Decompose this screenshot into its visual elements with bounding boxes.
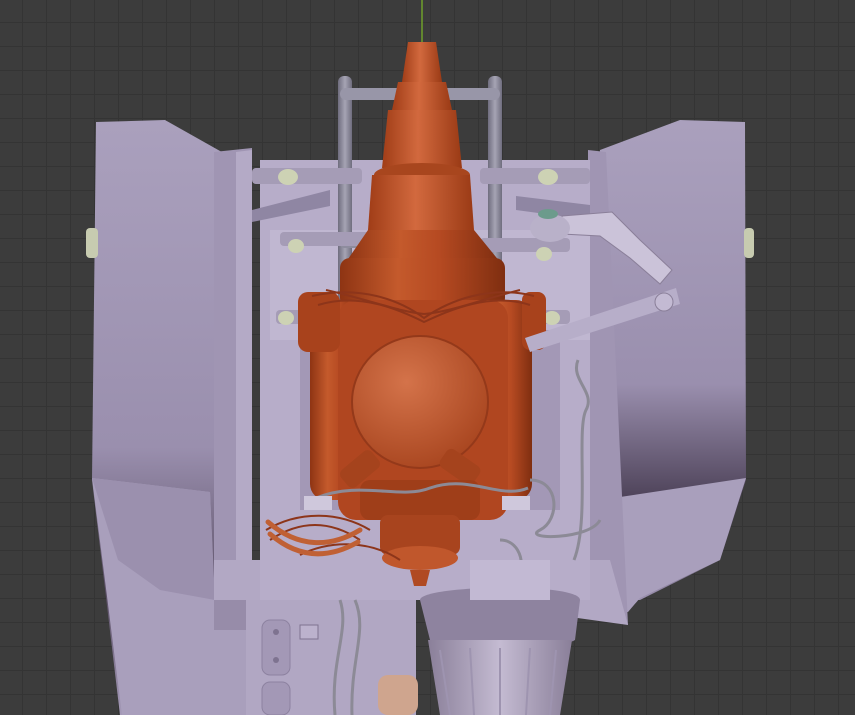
viewport-scene [86,0,754,715]
engine-front-disc [351,335,489,469]
3d-viewport[interactable] [0,0,855,715]
